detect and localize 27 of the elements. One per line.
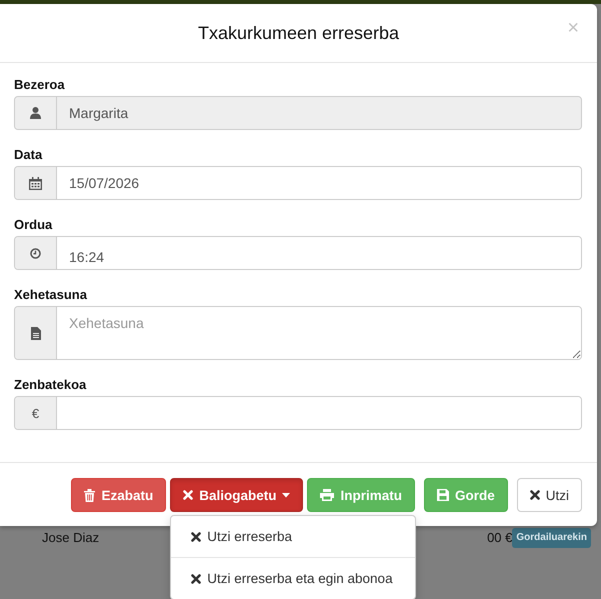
- customer-name: Jose Diaz: [42, 530, 100, 546]
- calendar-icon: [29, 176, 42, 190]
- document-icon: [30, 326, 40, 340]
- action-button[interactable]: Baliogabetu: [170, 478, 304, 512]
- printer-icon: [320, 489, 334, 501]
- currency-addon: €: [15, 397, 57, 429]
- status-badge: Gordailuarekin: [512, 528, 591, 548]
- caret-icon: [282, 492, 290, 498]
- dialog-title: Txakurkumeen erreserba: [198, 22, 400, 44]
- field-label: Xehetasuna: [14, 287, 88, 302]
- close-icon: [191, 574, 202, 584]
- field-label: Bezeroa: [14, 77, 66, 92]
- trash-icon: [84, 488, 96, 502]
- menu-item[interactable]: Utzi erreserba: [171, 520, 416, 553]
- amount-text: 00 €: [487, 530, 512, 546]
- action-button[interactable]: Utzi: [516, 478, 582, 512]
- field-label: Data: [14, 147, 44, 162]
- action-button[interactable]: Ezabatu: [71, 478, 166, 512]
- field-label: Ordua: [14, 217, 54, 232]
- clock-icon: [30, 248, 41, 258]
- menu-item[interactable]: Utzi erreserba eta egin abonoa: [171, 562, 416, 595]
- field-label: Zenbatekoa: [14, 377, 88, 392]
- user-icon: [30, 107, 41, 119]
- close-icon: [191, 532, 202, 542]
- close-icon: [183, 490, 194, 500]
- input-field[interactable]: €: [14, 396, 582, 430]
- close-icon: [530, 490, 540, 500]
